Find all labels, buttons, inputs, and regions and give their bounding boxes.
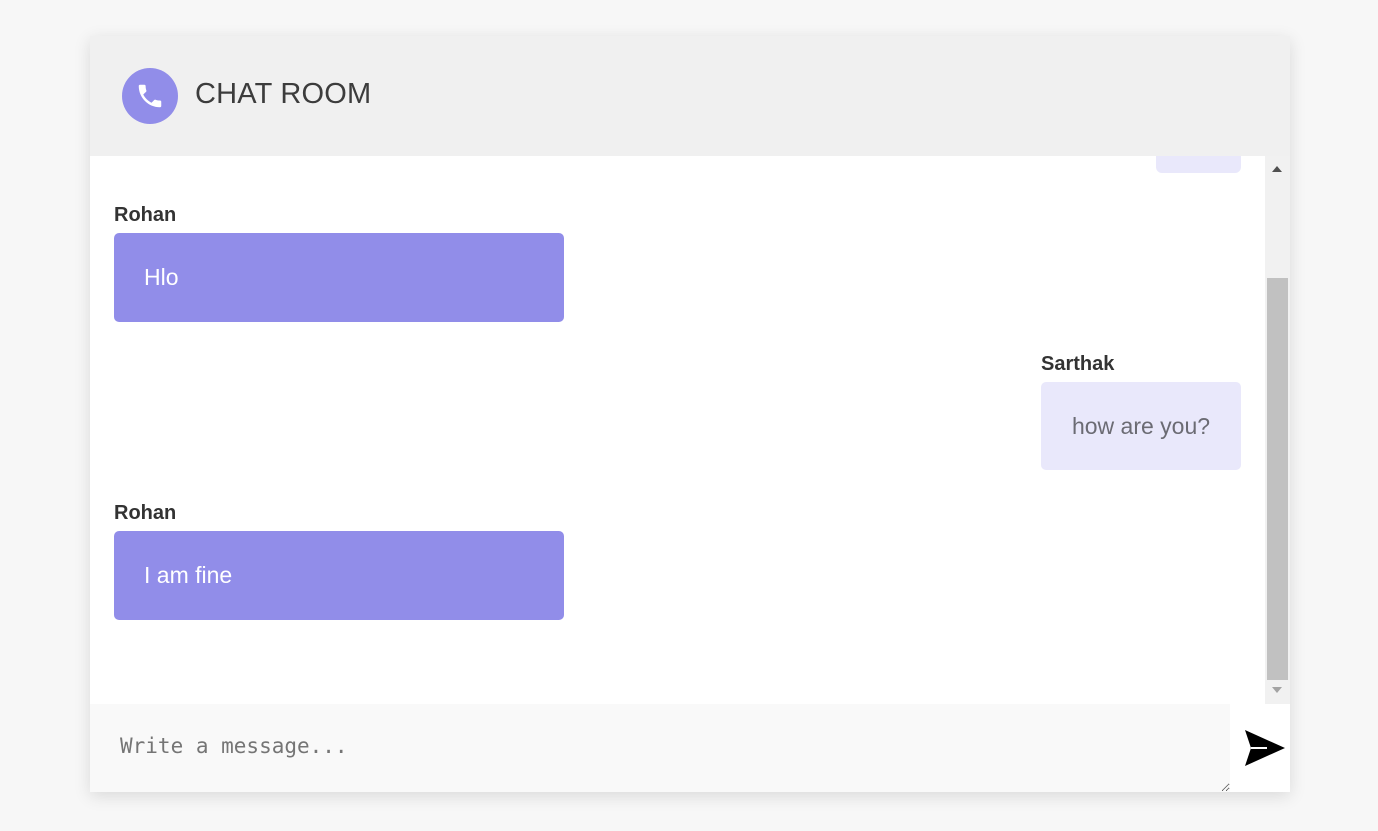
message-sender: Rohan xyxy=(114,502,177,524)
message-input[interactable] xyxy=(90,704,1230,792)
message-sender: Sarthak xyxy=(1041,353,1115,375)
send-button[interactable] xyxy=(1240,724,1290,772)
message-bubble-outgoing: how are you? xyxy=(1041,382,1241,470)
scroll-down-arrow-icon[interactable] xyxy=(1272,687,1282,693)
page-title: CHAT ROOM xyxy=(195,78,372,110)
message-bubble-partial xyxy=(1156,156,1241,173)
phone-icon xyxy=(122,68,178,124)
message-bubble-incoming: I am fine xyxy=(114,531,564,620)
message-list: Rohan Hlo Sarthak how are you? Rohan I a… xyxy=(90,156,1265,704)
chat-header: CHAT ROOM xyxy=(90,36,1290,156)
message-sender: Rohan xyxy=(114,204,177,226)
message-scrollbar[interactable] xyxy=(1265,156,1290,704)
scroll-thumb[interactable] xyxy=(1267,278,1288,680)
message-composer xyxy=(90,704,1290,792)
message-bubble-incoming: Hlo xyxy=(114,233,564,322)
chat-window: CHAT ROOM Rohan Hlo Sarthak how are you?… xyxy=(90,36,1290,792)
scroll-up-arrow-icon[interactable] xyxy=(1272,166,1282,172)
send-icon xyxy=(1245,730,1285,766)
